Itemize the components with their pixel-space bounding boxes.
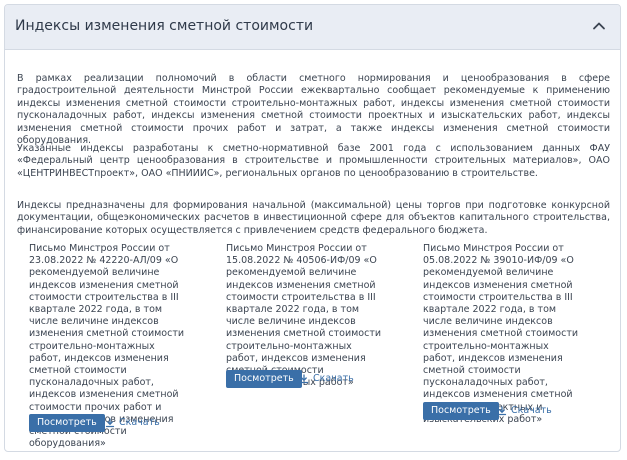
download-link[interactable]: Скачать	[299, 370, 354, 388]
download-icon	[299, 374, 309, 384]
download-link[interactable]: Скачать	[105, 414, 160, 432]
document-description: Письмо Минстроя России от 15.08.2022 № 4…	[226, 243, 382, 389]
panel-title: Индексы изменения сметной стоимости	[15, 18, 314, 34]
view-button[interactable]: Посмотреть	[29, 414, 105, 432]
download-link[interactable]: Скачать	[497, 402, 552, 420]
document-card: Письмо Минстроя России от 05.08.2022 № 3…	[423, 243, 583, 426]
chevron-up-icon[interactable]	[590, 17, 608, 35]
download-icon	[497, 406, 507, 416]
view-button[interactable]: Посмотреть	[226, 370, 302, 388]
purpose-paragraph: Индексы предназначены для формирования н…	[17, 200, 610, 236]
document-description: Письмо Минстроя России от 05.08.2022 № 3…	[423, 243, 579, 425]
basis-paragraph: Указанные индексы разработаны к сметно-н…	[17, 143, 610, 179]
document-card: Письмо Минстроя России от 15.08.2022 № 4…	[226, 243, 386, 389]
view-button[interactable]: Посмотреть	[423, 402, 499, 420]
panel-header[interactable]: Индексы изменения сметной стоимости	[5, 5, 620, 50]
download-label: Скачать	[511, 405, 552, 416]
indices-panel: Индексы изменения сметной стоимости В ра…	[4, 4, 621, 452]
download-label: Скачать	[119, 417, 160, 428]
download-label: Скачать	[313, 373, 354, 384]
intro-paragraph: В рамках реализации полномочий в области…	[17, 73, 610, 147]
download-icon	[105, 418, 115, 428]
